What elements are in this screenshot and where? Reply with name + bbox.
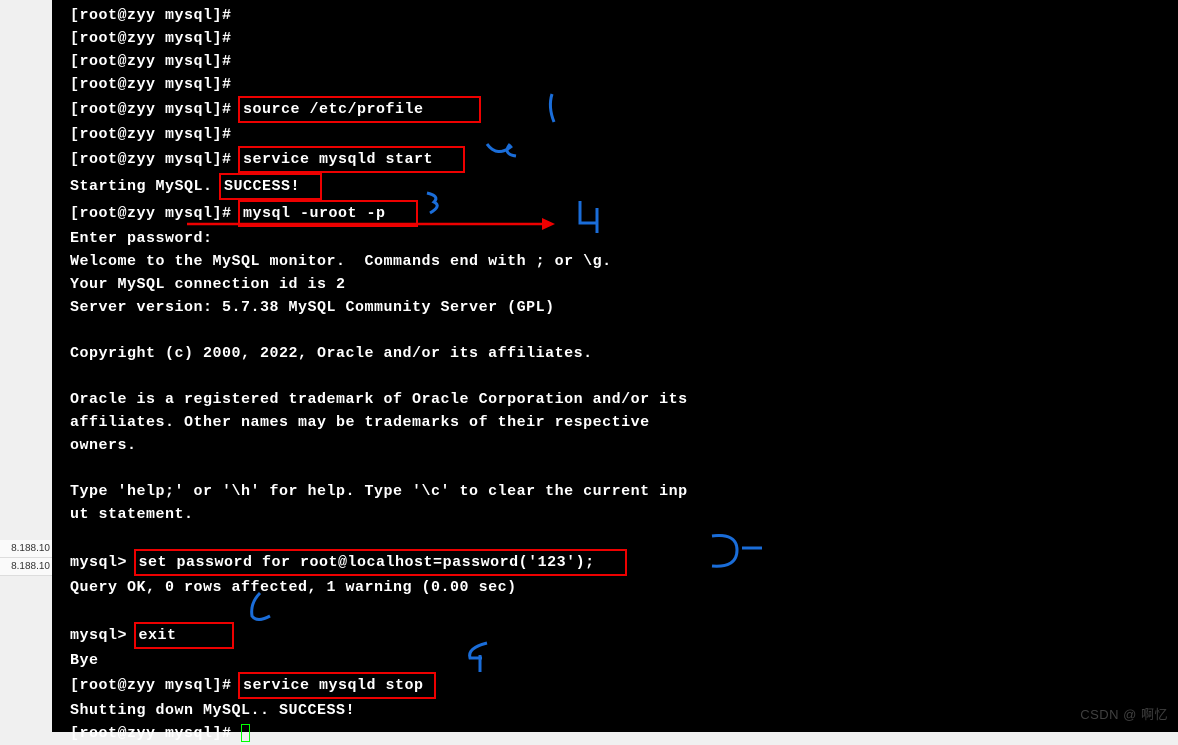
- shutdown-line: Shutting down MySQL.. SUCCESS!: [70, 699, 1160, 722]
- highlighted-command: mysql -uroot -p: [238, 200, 418, 227]
- prompt-line: [root@zyy mysql]#: [70, 73, 1160, 96]
- blank-line: [70, 526, 1160, 549]
- cmd-exit: mysql> exit: [70, 622, 1160, 649]
- mysql-prompt: mysql>: [70, 554, 137, 571]
- copyright-line: Copyright (c) 2000, 2022, Oracle and/or …: [70, 342, 1160, 365]
- highlighted-command: set password for root@localhost=password…: [134, 549, 627, 576]
- highlighted-command: exit: [134, 622, 234, 649]
- prompt-line: [root@zyy mysql]#: [70, 4, 1160, 27]
- starting-line: Starting MySQL. SUCCESS!: [70, 173, 1160, 200]
- highlighted-command: service mysqld start: [238, 146, 465, 173]
- query-ok-line: Query OK, 0 rows affected, 1 warning (0.…: [70, 576, 1160, 599]
- blank-line: [70, 599, 1160, 622]
- prompt-text: [root@zyy mysql]#: [70, 151, 241, 168]
- oracle-line-3: owners.: [70, 434, 1160, 457]
- help-line-2: ut statement.: [70, 503, 1160, 526]
- starting-text: Starting MySQL.: [70, 178, 222, 195]
- conn-id-line: Your MySQL connection id is 2: [70, 273, 1160, 296]
- oracle-line-2: affiliates. Other names may be trademark…: [70, 411, 1160, 434]
- cmd-mysql-login: [root@zyy mysql]# mysql -uroot -p: [70, 200, 1160, 227]
- cursor-icon: [241, 724, 250, 742]
- bye-line: Bye: [70, 649, 1160, 672]
- enter-password: Enter password:: [70, 227, 1160, 250]
- cmd-source-profile: [root@zyy mysql]# source /etc/profile: [70, 96, 1160, 123]
- terminal[interactable]: [root@zyy mysql]# [root@zyy mysql]# [roo…: [52, 0, 1178, 732]
- prompt-text: [root@zyy mysql]#: [70, 205, 241, 222]
- blank-line: [70, 319, 1160, 342]
- cmd-set-password: mysql> set password for root@localhost=p…: [70, 549, 1160, 576]
- sidebar-ip-2[interactable]: 8.188.10: [0, 558, 52, 576]
- blank-line: [70, 365, 1160, 388]
- cmd-service-stop: [root@zyy mysql]# service mysqld stop: [70, 672, 1160, 699]
- watermark: CSDN @ 啊忆: [1080, 703, 1168, 726]
- server-version-line: Server version: 5.7.38 MySQL Community S…: [70, 296, 1160, 319]
- prompt-line: [root@zyy mysql]#: [70, 27, 1160, 50]
- final-prompt: [root@zyy mysql]#: [70, 722, 1160, 745]
- prompt-text: [root@zyy mysql]#: [70, 725, 241, 742]
- sidebar-ip-1[interactable]: 8.188.10: [0, 540, 52, 558]
- welcome-line: Welcome to the MySQL monitor. Commands e…: [70, 250, 1160, 273]
- help-line-1: Type 'help;' or '\h' for help. Type '\c'…: [70, 480, 1160, 503]
- prompt-line: [root@zyy mysql]#: [70, 50, 1160, 73]
- highlighted-command: service mysqld stop: [238, 672, 436, 699]
- mysql-prompt: mysql>: [70, 627, 137, 644]
- cmd-service-start: [root@zyy mysql]# service mysqld start: [70, 146, 1160, 173]
- blank-line: [70, 457, 1160, 480]
- oracle-line-1: Oracle is a registered trademark of Orac…: [70, 388, 1160, 411]
- prompt-text: [root@zyy mysql]#: [70, 677, 241, 694]
- sidebar: 8.188.10 8.188.10: [0, 540, 52, 576]
- highlighted-success: SUCCESS!: [219, 173, 322, 200]
- highlighted-command: source /etc/profile: [238, 96, 481, 123]
- prompt-line: [root@zyy mysql]#: [70, 123, 1160, 146]
- prompt-text: [root@zyy mysql]#: [70, 101, 241, 118]
